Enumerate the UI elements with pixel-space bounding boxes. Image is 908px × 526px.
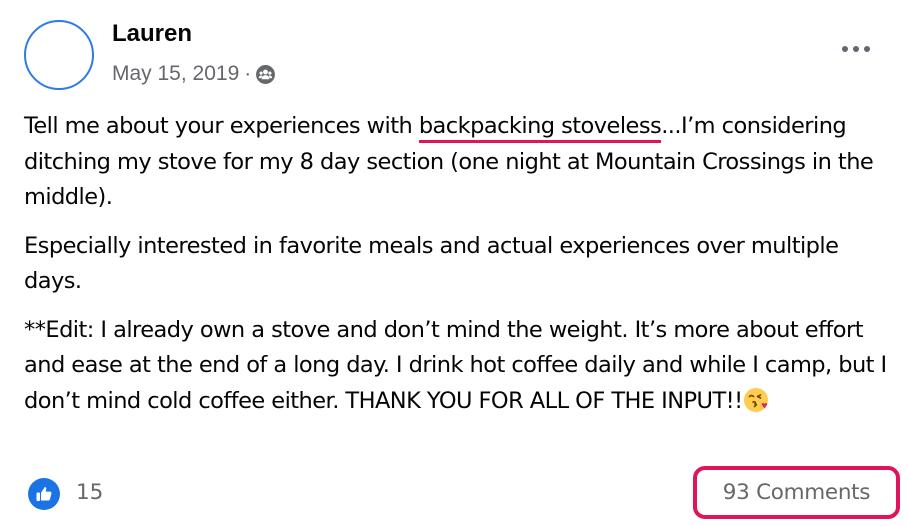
reaction-count[interactable]: 15: [76, 480, 103, 505]
post-paragraph-3: **Edit: I already own a stove and don’t …: [24, 313, 898, 420]
highlighted-phrase: backpacking stoveless: [418, 113, 662, 143]
post-footer: 15 93 Comments: [0, 466, 908, 522]
post-meta: May 15, 2019 ·: [112, 62, 276, 86]
more-options-icon[interactable]: [836, 36, 876, 62]
comments-count[interactable]: 93 Comments: [723, 480, 871, 505]
meta-separator: ·: [244, 62, 252, 85]
face-blowing-kiss-emoji: [743, 387, 771, 413]
paragraph-1-start: Tell me about your experiences with: [24, 113, 419, 139]
more-dot: [842, 46, 848, 52]
facebook-post: Lauren May 15, 2019 · Tell me about your…: [0, 0, 908, 526]
more-dot: [853, 46, 859, 52]
comments-button[interactable]: 93 Comments: [693, 466, 900, 519]
post-paragraph-2: Especially interested in favorite meals …: [24, 232, 839, 295]
like-thumbs-up-icon[interactable]: [28, 478, 60, 510]
avatar[interactable]: [24, 20, 94, 90]
post-date[interactable]: May 15, 2019: [112, 62, 239, 86]
post-body: Tell me about your experiences with back…: [24, 109, 898, 432]
author-name[interactable]: Lauren: [112, 20, 192, 48]
more-dot: [864, 46, 870, 52]
group-audience-icon[interactable]: [255, 64, 276, 85]
post-paragraph-1: Tell me about your experiences with back…: [24, 109, 898, 216]
